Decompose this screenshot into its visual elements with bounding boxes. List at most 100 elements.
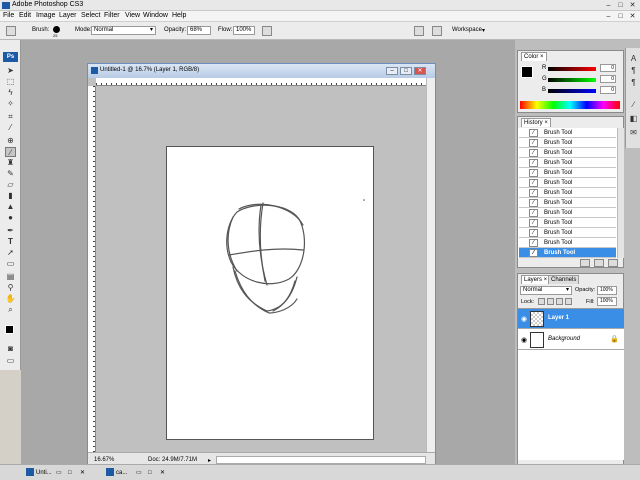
mode-select[interactable]: Normal ▾ xyxy=(91,26,156,35)
lock-position-icon[interactable] xyxy=(556,298,563,305)
history-item[interactable]: ∕ Brush Tool xyxy=(519,198,616,208)
task-doc-1[interactable]: Unti... xyxy=(26,468,52,478)
foreground-color-swatch[interactable] xyxy=(5,325,14,334)
pen-tool-icon[interactable]: ✒ xyxy=(5,226,16,236)
horizontal-scrollbar[interactable] xyxy=(216,456,426,464)
task-doc-2[interactable]: ca... xyxy=(106,468,127,478)
history-item[interactable]: ∕ Brush Tool xyxy=(519,208,616,218)
brush-tool-preset-icon[interactable] xyxy=(6,26,16,36)
color-spectrum-bar[interactable] xyxy=(520,101,620,109)
lock-transparent-icon[interactable] xyxy=(538,298,545,305)
lock-all-icon[interactable] xyxy=(565,298,572,305)
move-tool-icon[interactable]: ➤ xyxy=(5,66,16,76)
task-restore-2[interactable]: ▭ xyxy=(136,468,142,478)
bridge-icon[interactable] xyxy=(432,26,442,36)
marquee-tool-icon[interactable]: ⬚ xyxy=(5,77,16,87)
menu-filter[interactable]: Filter xyxy=(104,12,120,19)
tab-layers[interactable]: Layers × xyxy=(521,275,551,284)
new-document-from-state-icon[interactable] xyxy=(580,259,590,267)
notes-tool-icon[interactable]: ▤ xyxy=(5,272,16,282)
history-item[interactable]: ∕ Brush Tool xyxy=(519,238,616,248)
menu-image[interactable]: Image xyxy=(36,12,55,19)
menu-view[interactable]: View xyxy=(125,12,140,19)
zoom-tool-icon[interactable]: ⌕ xyxy=(5,305,16,315)
b-field[interactable]: 0 xyxy=(600,86,616,94)
slice-tool-icon[interactable]: ⁄ xyxy=(5,123,16,133)
menu-help[interactable]: Help xyxy=(172,12,186,19)
eye-icon[interactable]: ◉ xyxy=(521,315,527,323)
magic-wand-icon[interactable]: ✧ xyxy=(5,99,16,109)
doc-window-minimize-button[interactable]: – xyxy=(386,67,398,75)
type-tool-icon[interactable]: T xyxy=(5,237,16,247)
eye-icon[interactable]: ◉ xyxy=(521,336,527,344)
layer-opacity-field[interactable]: 100% xyxy=(597,286,617,295)
hand-tool-icon[interactable]: ✋ xyxy=(5,294,16,304)
task-close-1[interactable]: ✕ xyxy=(80,468,85,478)
history-item[interactable]: ∕ Brush Tool xyxy=(519,188,616,198)
history-scrollbar[interactable] xyxy=(617,128,624,258)
layer-name[interactable]: Layer 1 xyxy=(548,315,569,321)
menu-select[interactable]: Select xyxy=(81,12,100,19)
gradient-tool-icon[interactable]: ▮ xyxy=(5,191,16,201)
opacity-field[interactable]: 68% xyxy=(187,26,211,35)
dodge-tool-icon[interactable]: ● xyxy=(5,213,16,223)
r-field[interactable]: 0 xyxy=(600,64,616,72)
doc-window-maximize-button[interactable]: □ xyxy=(400,67,412,75)
screen-mode-icon[interactable]: ▭ xyxy=(5,356,16,366)
new-snapshot-icon[interactable] xyxy=(594,259,604,267)
clone-source-icon[interactable]: ✉ xyxy=(628,128,639,138)
blur-tool-icon[interactable]: ▲ xyxy=(5,202,16,212)
task-max-1[interactable]: □ xyxy=(68,468,72,478)
history-item[interactable]: ∕ Brush Tool xyxy=(519,228,616,238)
stamp-tool-icon[interactable]: ♜ xyxy=(5,158,16,168)
task-max-2[interactable]: □ xyxy=(148,468,152,478)
doc-window-close-button[interactable]: ✕ xyxy=(414,67,426,75)
tab-color[interactable]: Color × xyxy=(521,52,547,61)
task-restore-1[interactable]: ▭ xyxy=(56,468,62,478)
history-item[interactable]: ∕ Brush Tool xyxy=(519,248,616,258)
flow-field[interactable]: 100% xyxy=(233,26,255,35)
tool-presets-icon[interactable]: ◧ xyxy=(628,114,639,124)
history-item[interactable]: ∕ Brush Tool xyxy=(519,128,616,138)
g-slider[interactable] xyxy=(548,78,596,82)
status-menu-arrow-icon[interactable]: ▸ xyxy=(208,457,211,464)
history-item[interactable]: ∕ Brush Tool xyxy=(519,148,616,158)
path-select-icon[interactable]: ➚ xyxy=(5,248,16,258)
zoom-level[interactable]: 16.67% xyxy=(94,457,114,463)
r-slider[interactable] xyxy=(548,67,596,71)
canvas[interactable] xyxy=(166,146,374,440)
menu-layer[interactable]: Layer xyxy=(59,12,77,19)
workspace-menu[interactable]: Workspace xyxy=(452,27,482,33)
lasso-tool-icon[interactable]: ϟ xyxy=(5,88,16,98)
blend-mode-select[interactable]: Normal ▾ xyxy=(520,286,572,295)
tab-channels[interactable]: Channels xyxy=(548,275,580,284)
history-item[interactable]: ∕ Brush Tool xyxy=(519,138,616,148)
g-field[interactable]: 0 xyxy=(600,75,616,83)
document-window[interactable]: Untitled-1 @ 16.7% (Layer 1, RGB/8) – □ … xyxy=(87,63,436,468)
history-item[interactable]: ∕ Brush Tool xyxy=(519,158,616,168)
airbrush-icon[interactable] xyxy=(262,26,272,36)
layer-name[interactable]: Background xyxy=(548,336,580,342)
trash-icon[interactable] xyxy=(608,259,618,267)
layer-row-layer-1[interactable]: ◉ Layer 1 xyxy=(518,309,624,329)
eraser-tool-icon[interactable]: ▱ xyxy=(5,180,16,190)
layer-row-background[interactable]: ◉ Background 🔒 xyxy=(518,330,624,350)
doc-close-button[interactable]: ✕ xyxy=(627,12,638,21)
eyedropper-icon[interactable]: ⚲ xyxy=(5,283,16,293)
maximize-button[interactable]: □ xyxy=(615,1,626,10)
history-brush-icon[interactable]: ✎ xyxy=(5,169,16,179)
vertical-scrollbar[interactable] xyxy=(426,78,435,452)
tab-history[interactable]: History × xyxy=(521,118,551,127)
doc-info[interactable]: Doc: 24.9M/7.71M xyxy=(148,457,197,463)
doc-restore-button[interactable]: □ xyxy=(615,12,626,21)
horizontal-ruler[interactable] xyxy=(96,78,426,86)
history-item[interactable]: ∕ Brush Tool xyxy=(519,178,616,188)
b-slider[interactable] xyxy=(548,89,596,93)
lock-image-icon[interactable] xyxy=(547,298,554,305)
palette-well-icon[interactable] xyxy=(414,26,424,36)
vertical-ruler[interactable] xyxy=(88,86,96,452)
menu-file[interactable]: File xyxy=(3,12,14,19)
info-icon[interactable]: ¶ xyxy=(628,66,639,76)
quick-mask-icon[interactable]: ◙ xyxy=(5,344,16,354)
menu-window[interactable]: Window xyxy=(143,12,168,19)
